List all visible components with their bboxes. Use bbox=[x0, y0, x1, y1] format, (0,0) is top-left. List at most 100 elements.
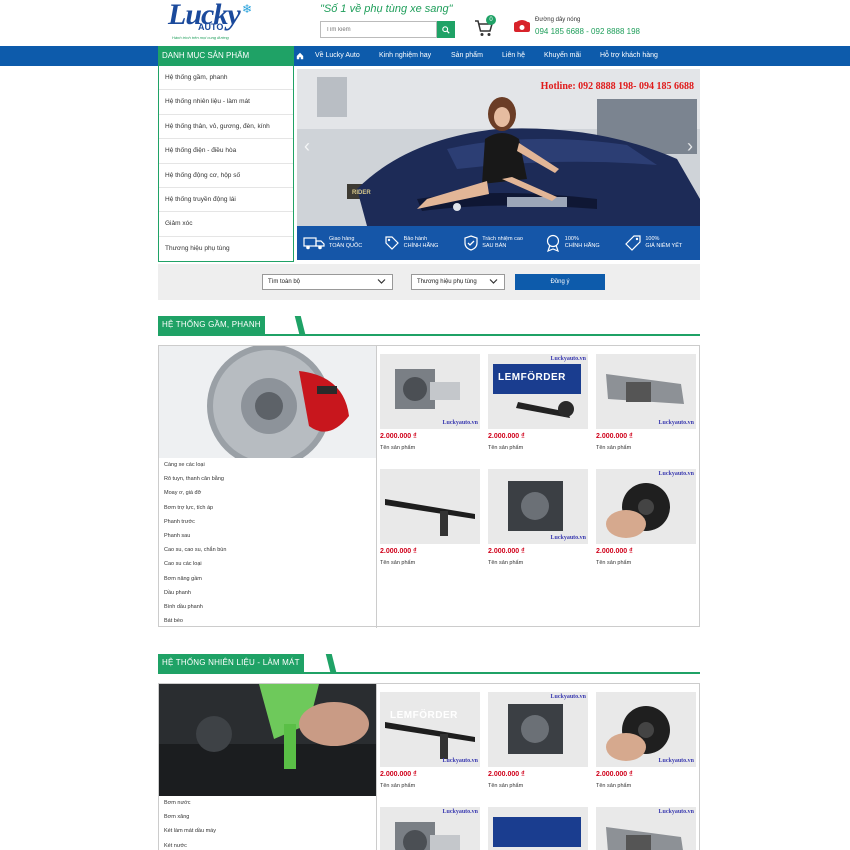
category-link[interactable]: Bơm xăng bbox=[159, 810, 376, 824]
product-image[interactable]: Luckyauto.vn bbox=[488, 692, 588, 767]
product-card[interactable]: Luckyauto.vn 2.000.000 ₫ Tên sản phẩm bbox=[488, 692, 588, 789]
nav-item-tips[interactable]: Kinh nghiệm hay bbox=[379, 46, 431, 66]
category-link[interactable]: Phanh trước bbox=[159, 515, 376, 529]
feature-delivery-line2: TOÀN QUỐC bbox=[329, 243, 363, 249]
product-price: 2.000.000 ₫ bbox=[488, 771, 525, 778]
product-name[interactable]: Tên sản phẩm bbox=[380, 783, 480, 789]
product-card[interactable]: Luckyauto.vn 2.000.000 ₫ Tên sản phẩm bbox=[596, 692, 696, 789]
category-link[interactable]: Bơm trợ lực, tích áp bbox=[159, 501, 376, 515]
logo[interactable]: Lucky ❄ AUTO Hành trình trên mọi cung đư… bbox=[168, 0, 252, 44]
category-menu-title[interactable]: DANH MỤC SẢN PHẨM bbox=[158, 46, 294, 66]
search-input[interactable] bbox=[320, 21, 437, 38]
sidebar-item-body[interactable]: Hệ thống thân, vỏ, gương, đèn, kính bbox=[159, 115, 293, 140]
home-icon[interactable] bbox=[296, 52, 304, 60]
section-title[interactable]: HỆ THỐNG NHIÊN LIỆU - LÀM MÁT bbox=[158, 654, 304, 672]
hero-banner[interactable]: Hotline: 092 8888 198- 094 185 6688 ‹ › … bbox=[297, 69, 700, 226]
sidebar-item-shocks[interactable]: Giảm xóc bbox=[159, 212, 293, 237]
product-image[interactable]: Luckyauto.vn bbox=[596, 807, 696, 850]
category-link[interactable]: Cao su, cao su, chắn bùn bbox=[159, 543, 376, 557]
slogan: "Số 1 về phụ tùng xe sang" bbox=[320, 3, 453, 15]
product-card[interactable]: Luckyauto.vn bbox=[596, 807, 696, 850]
category-photo-fuel[interactable] bbox=[159, 684, 376, 796]
category-link[interactable]: Rô tuyn, thanh cân bằng bbox=[159, 472, 376, 486]
category-link[interactable]: Phanh sau bbox=[159, 529, 376, 543]
category-links-brakes: Càng xe các loại Rô tuyn, thanh cân bằng M… bbox=[159, 458, 376, 628]
watermark: Luckyauto.vn bbox=[658, 471, 694, 477]
product-name[interactable]: Tên sản phẩm bbox=[596, 445, 696, 451]
category-link[interactable]: Bơm nước bbox=[159, 796, 376, 810]
feature-warranty-line2: CHÍNH HÃNG bbox=[403, 243, 439, 249]
product-price: 2.000.000 ₫ bbox=[596, 548, 633, 555]
product-image[interactable]: LEMFÖRDER Luckyauto.vn bbox=[380, 692, 480, 767]
category-link[interactable]: Két làm mát dầu máy bbox=[159, 824, 376, 838]
watermark: Luckyauto.vn bbox=[442, 809, 478, 815]
category-link[interactable]: Két nước bbox=[159, 839, 376, 850]
chevron-left-icon[interactable]: ‹ bbox=[299, 135, 315, 157]
brand-label: LEMFÖRDER bbox=[390, 710, 458, 721]
product-card[interactable]: LEMFÖRDER Luckyauto.vn 2.000.000 ₫ Tên sản … bbox=[380, 692, 480, 789]
logo-tagline: Hành trình trên mọi cung đường bbox=[172, 35, 229, 40]
filter-brand-select[interactable]: Thương hiệu phụ tùng bbox=[411, 274, 505, 290]
sidebar-item-brands[interactable]: Thương hiệu phụ tùng bbox=[159, 237, 293, 261]
product-name[interactable]: Tên sản phẩm bbox=[596, 783, 696, 789]
feature-warranty-line1: Bảo hành bbox=[403, 236, 428, 242]
search-button[interactable] bbox=[437, 21, 455, 38]
sidebar-item-engine[interactable]: Hệ thống động cơ, hộp số bbox=[159, 164, 293, 188]
product-card[interactable]: Luckyauto.vn 2.000.000 ₫ Tên sản phẩm bbox=[596, 354, 696, 451]
sidebar-item-electrical[interactable]: Hệ thống điện - điều hòa bbox=[159, 139, 293, 164]
product-card[interactable]: 2.000.000 ₫ Tên sản phẩm bbox=[380, 469, 480, 566]
category-link[interactable]: Càng xe các loại bbox=[159, 458, 376, 472]
product-price: 2.000.000 ₫ bbox=[380, 771, 417, 778]
feature-genuine: 100% CHÍNH HÃNG bbox=[539, 226, 620, 260]
product-name[interactable]: Tên sản phẩm bbox=[380, 560, 480, 566]
product-price: 2.000.000 ₫ bbox=[596, 771, 633, 778]
award-icon bbox=[546, 234, 559, 252]
product-name[interactable]: Tên sản phẩm bbox=[596, 560, 696, 566]
nav-item-support[interactable]: Hỗ trợ khách hàng bbox=[600, 46, 658, 66]
category-link[interactable]: Cao su các loại bbox=[159, 557, 376, 571]
product-image[interactable]: Luckyauto.vn bbox=[596, 354, 696, 429]
product-image[interactable]: LEMFÖRDER Luckyauto.vn bbox=[488, 354, 588, 429]
hotline-numbers: 094 185 6688 - 092 8888 198 bbox=[535, 27, 640, 36]
section-tab-decor bbox=[294, 316, 306, 334]
nav-item-promotions[interactable]: Khuyến mãi bbox=[544, 46, 581, 66]
product-image[interactable]: Luckyauto.vn bbox=[380, 354, 480, 429]
coolant-image bbox=[159, 684, 376, 796]
nav-item-about[interactable]: Về Lucky Auto bbox=[315, 46, 360, 66]
product-name[interactable]: Tên sản phẩm bbox=[488, 783, 588, 789]
chevron-right-icon[interactable]: › bbox=[682, 135, 698, 157]
category-link[interactable]: Dầu phanh bbox=[159, 586, 376, 600]
product-card[interactable]: LEMFÖRDER Luckyauto.vn 2.000.000 ₫ Tên sản … bbox=[488, 354, 588, 451]
category-link[interactable]: Moay ơ, giá đỡ bbox=[159, 486, 376, 500]
category-link[interactable]: Bát bèo bbox=[159, 614, 376, 628]
sidebar-item-steering[interactable]: Hệ thống truyền động lái bbox=[159, 188, 293, 213]
section-heading-brakes: HỆ THỐNG GẦM, PHANH bbox=[158, 316, 700, 336]
section-title[interactable]: HỆ THỐNG GẦM, PHANH bbox=[158, 316, 265, 334]
category-link[interactable]: Bơm nâng gầm bbox=[159, 572, 376, 586]
product-image[interactable] bbox=[380, 469, 480, 544]
product-card[interactable]: Luckyauto.vn bbox=[488, 807, 588, 850]
sidebar-item-brakes[interactable]: Hệ thống gầm, phanh bbox=[159, 66, 293, 91]
product-card[interactable]: Luckyauto.vn bbox=[380, 807, 480, 850]
product-image[interactable]: Luckyauto.vn bbox=[488, 807, 588, 850]
banner-photo bbox=[297, 69, 700, 226]
category-link[interactable]: Bình dầu phanh bbox=[159, 600, 376, 614]
product-image[interactable]: Luckyauto.vn bbox=[488, 469, 588, 544]
product-name[interactable]: Tên sản phẩm bbox=[488, 560, 588, 566]
nav-item-products[interactable]: Sản phẩm bbox=[451, 46, 483, 66]
product-image[interactable]: Luckyauto.vn bbox=[380, 807, 480, 850]
filter-scope-select[interactable]: Tìm toàn bộ bbox=[262, 274, 393, 290]
product-price: 2.000.000 ₫ bbox=[488, 548, 525, 555]
product-card[interactable]: Luckyauto.vn 2.000.000 ₫ Tên sản phẩm bbox=[380, 354, 480, 451]
product-card[interactable]: Luckyauto.vn 2.000.000 ₫ Tên sản phẩm bbox=[488, 469, 588, 566]
product-name[interactable]: Tên sản phẩm bbox=[380, 445, 480, 451]
product-image[interactable]: Luckyauto.vn bbox=[596, 469, 696, 544]
product-name[interactable]: Tên sản phẩm bbox=[488, 445, 588, 451]
category-photo-brakes[interactable] bbox=[159, 346, 376, 458]
feature-aftersales-line2: SAU BÁN bbox=[482, 243, 507, 249]
sidebar-item-fuel-cooling[interactable]: Hệ thống nhiên liệu - làm mát bbox=[159, 90, 293, 115]
nav-item-contact[interactable]: Liên hệ bbox=[502, 46, 525, 66]
filter-submit-button[interactable]: Đồng ý bbox=[515, 274, 605, 290]
product-image[interactable]: Luckyauto.vn bbox=[596, 692, 696, 767]
product-card[interactable]: Luckyauto.vn 2.000.000 ₫ Tên sản phẩm bbox=[596, 469, 696, 566]
